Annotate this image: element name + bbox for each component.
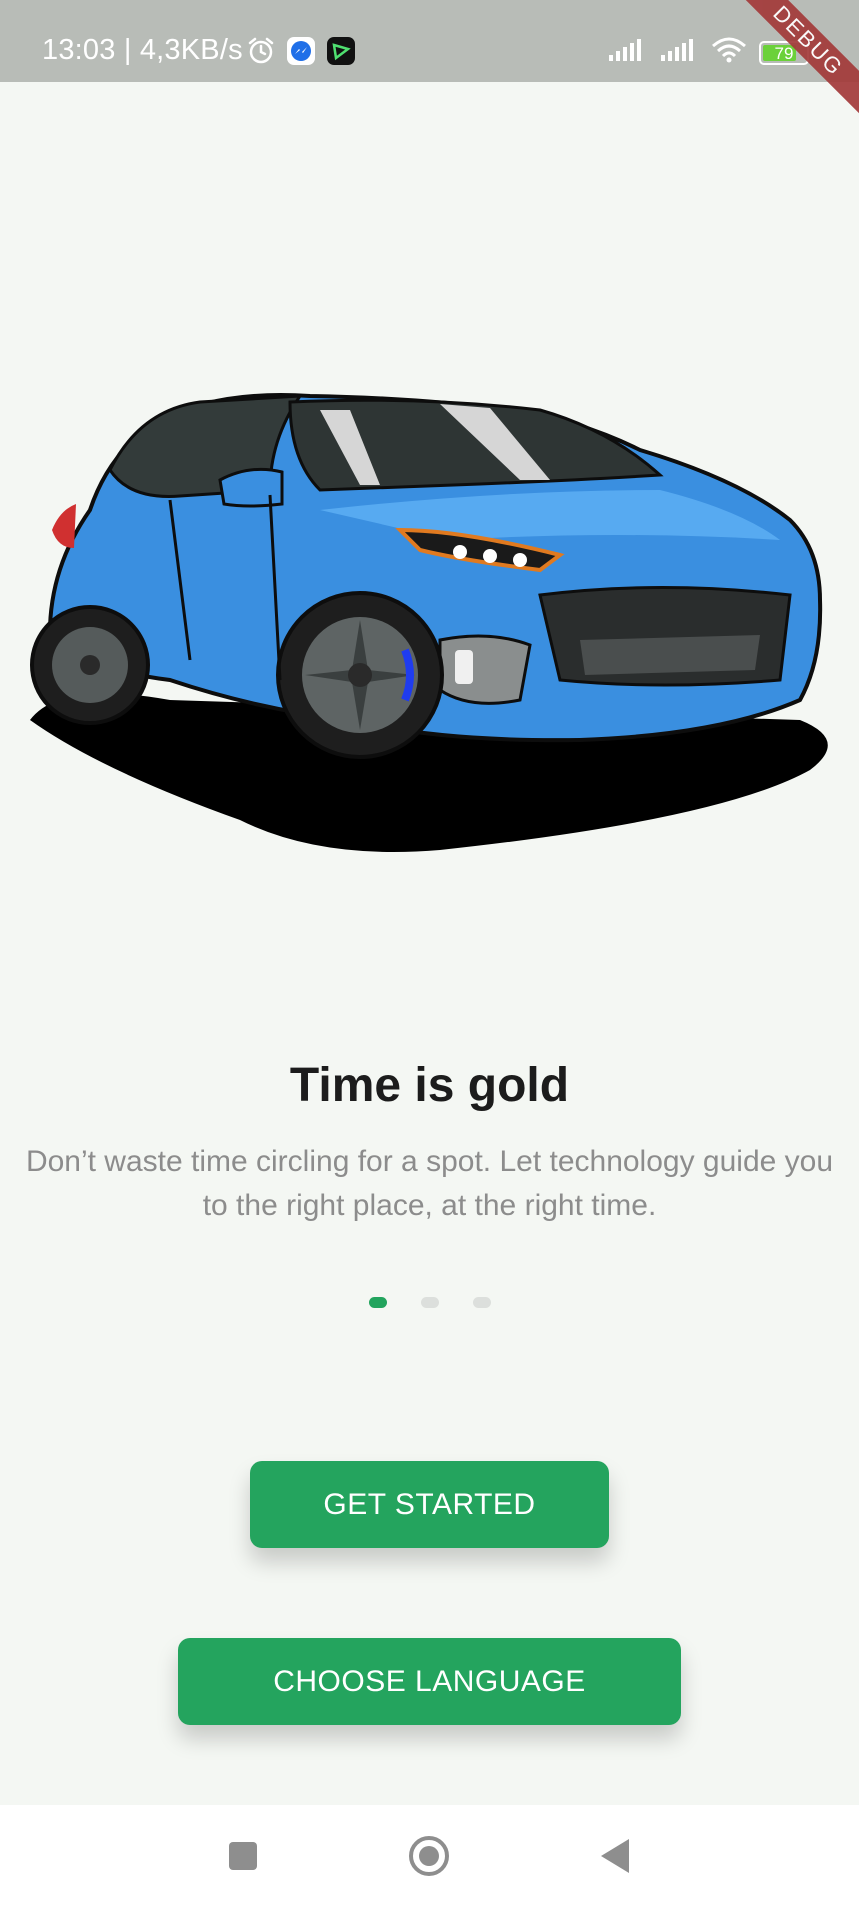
app-notification-icon bbox=[326, 36, 356, 71]
car-illustration bbox=[20, 380, 840, 860]
alarm-icon bbox=[246, 36, 276, 71]
slide-description: Don’t waste time circling for a spot. Le… bbox=[25, 1145, 834, 1222]
signal-icon bbox=[607, 37, 647, 68]
page-dot-1[interactable] bbox=[368, 1297, 387, 1308]
signal-icon bbox=[659, 37, 699, 68]
get-started-button[interactable]: GET STARTED bbox=[250, 1461, 609, 1548]
wifi-icon bbox=[711, 36, 747, 69]
page-dot-2[interactable] bbox=[420, 1297, 439, 1308]
page-dot-3[interactable] bbox=[472, 1297, 491, 1308]
navigation-bar bbox=[0, 1805, 859, 1908]
recent-apps-icon[interactable] bbox=[218, 1831, 268, 1881]
back-icon[interactable] bbox=[590, 1831, 640, 1881]
status-time: 13:03 | 4,3KB/s bbox=[42, 34, 243, 66]
choose-language-button[interactable]: CHOOSE LANGUAGE bbox=[178, 1638, 681, 1725]
slide-title: Time is gold bbox=[289, 1059, 570, 1112]
system-icons: 79 bbox=[607, 36, 815, 69]
status-bar: 13:03 | 4,3KB/s 79 bbox=[0, 0, 859, 82]
home-icon[interactable] bbox=[404, 1831, 454, 1881]
page-indicator bbox=[0, 1297, 859, 1308]
messenger-icon bbox=[286, 36, 316, 71]
notification-icons bbox=[246, 36, 356, 71]
